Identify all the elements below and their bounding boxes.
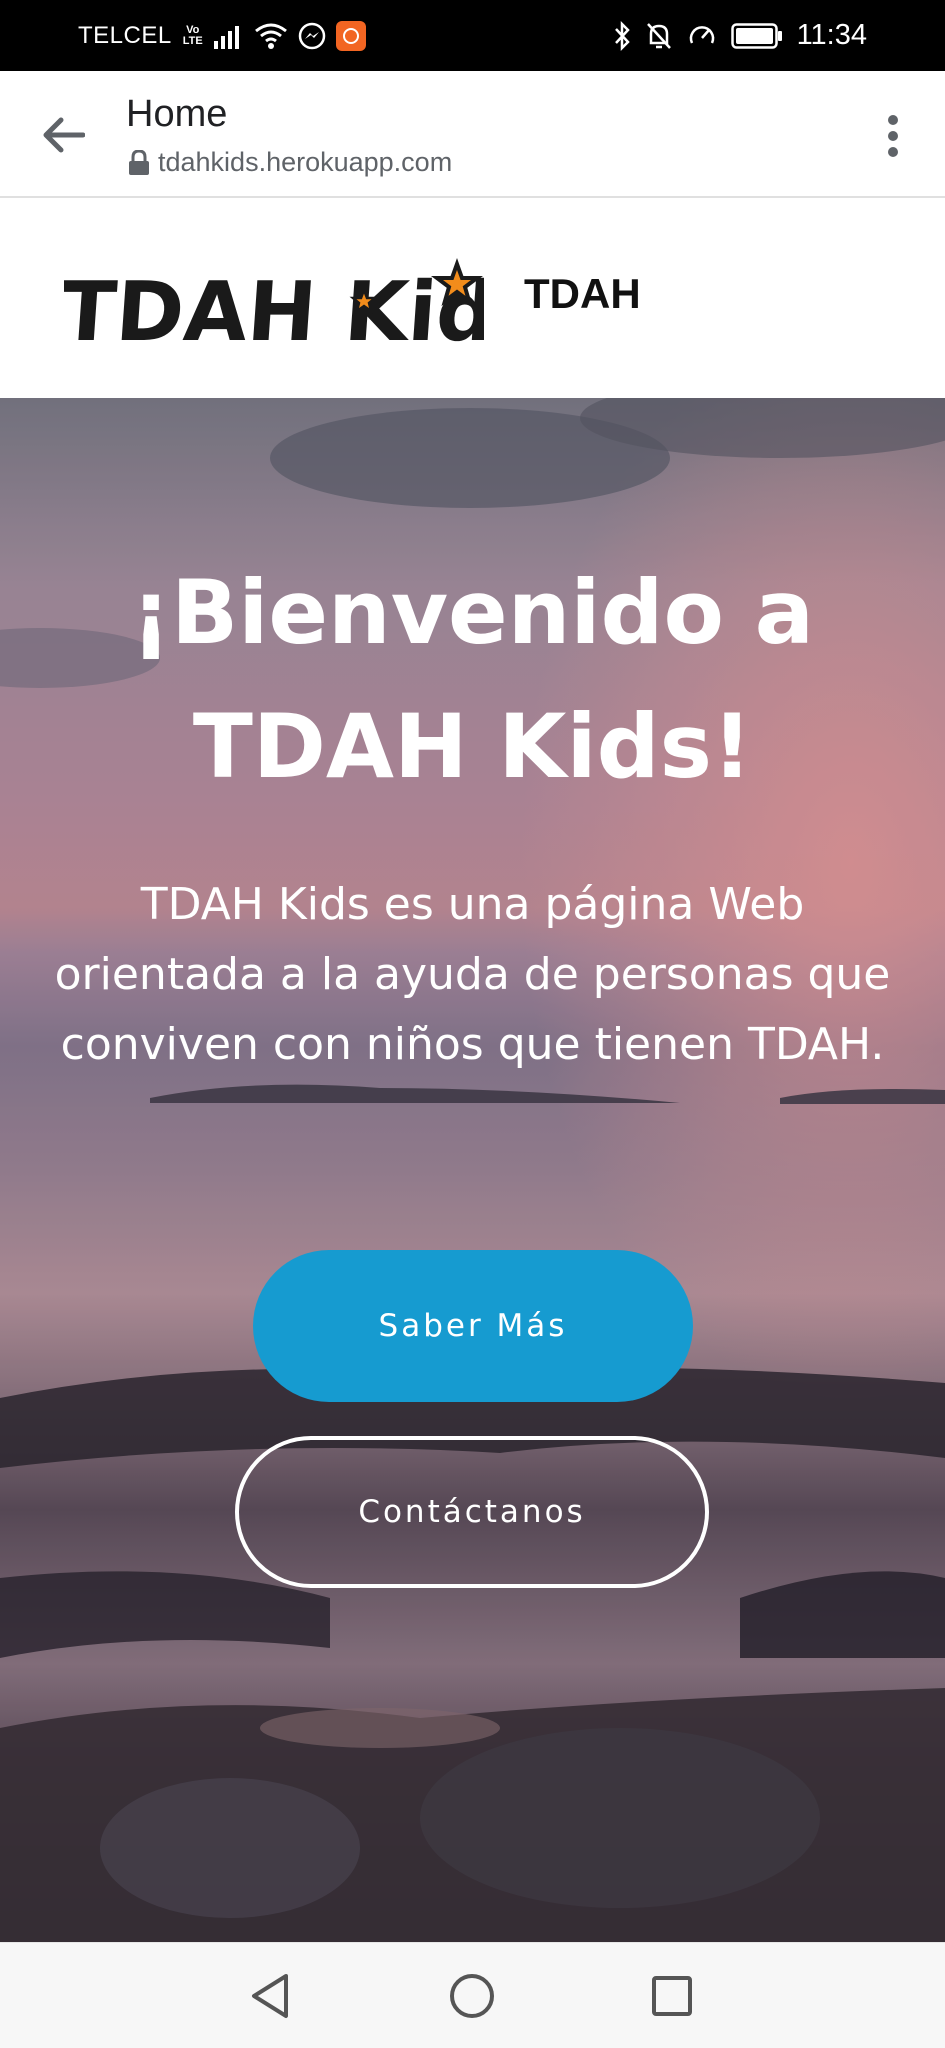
nav-brand-link[interactable]: TDAH xyxy=(524,270,641,318)
home-circle-icon xyxy=(450,1974,494,2018)
status-bar-left: TELCEL Vo LTE xyxy=(78,0,366,71)
svg-text:TDAH Kids: TDAH Kids xyxy=(64,265,484,360)
carrier-label: TELCEL xyxy=(78,21,172,49)
hero-description: TDAH Kids es una página Web orientada a … xyxy=(54,879,891,1070)
system-home-button[interactable] xyxy=(437,1961,507,2031)
lock-icon xyxy=(129,149,149,175)
system-nav-bar xyxy=(0,1942,945,2048)
more-menu-button[interactable] xyxy=(863,103,923,169)
messenger-icon xyxy=(298,22,326,50)
status-bar-right: 11:34 xyxy=(613,0,867,71)
mute-icon xyxy=(645,21,673,51)
url-text: tdahkids.herokuapp.com xyxy=(158,147,453,177)
data-saver-icon xyxy=(687,21,717,51)
contactanos-button[interactable]: Contáctanos xyxy=(235,1436,709,1588)
app-badge-icon xyxy=(335,20,366,51)
battery-icon xyxy=(730,22,783,49)
hero-section: ¡Bienvenido a TDAH Kids! TDAH Kids es un… xyxy=(0,398,945,1942)
system-recents-button[interactable] xyxy=(637,1961,707,2031)
page-title: Home xyxy=(126,93,228,135)
signal-icon xyxy=(213,23,244,49)
volte-label: Vo LTE xyxy=(182,23,203,47)
clock: 11:34 xyxy=(796,19,867,51)
bluetooth-icon xyxy=(613,20,631,51)
site-logo[interactable]: TDAH Kids xyxy=(57,228,547,368)
system-back-button[interactable] xyxy=(235,1961,305,2031)
recents-square-icon xyxy=(652,1976,692,2016)
wifi-icon xyxy=(254,22,288,50)
browser-toolbar: Home tdahkids.herokuapp.com xyxy=(0,71,945,198)
url-bar[interactable]: tdahkids.herokuapp.com xyxy=(128,147,452,178)
back-button[interactable] xyxy=(28,105,98,165)
back-triangle-icon xyxy=(252,1974,288,2018)
back-arrow-icon xyxy=(43,117,85,153)
site-header: TDAH Kids TDAH xyxy=(0,198,945,398)
status-bar: TELCEL Vo LTE 11:34 xyxy=(0,0,945,71)
more-vert-icon xyxy=(888,115,898,157)
saber-mas-button[interactable]: Saber Más xyxy=(253,1250,693,1402)
hero-title: ¡Bienvenido a TDAH Kids! xyxy=(130,561,815,798)
